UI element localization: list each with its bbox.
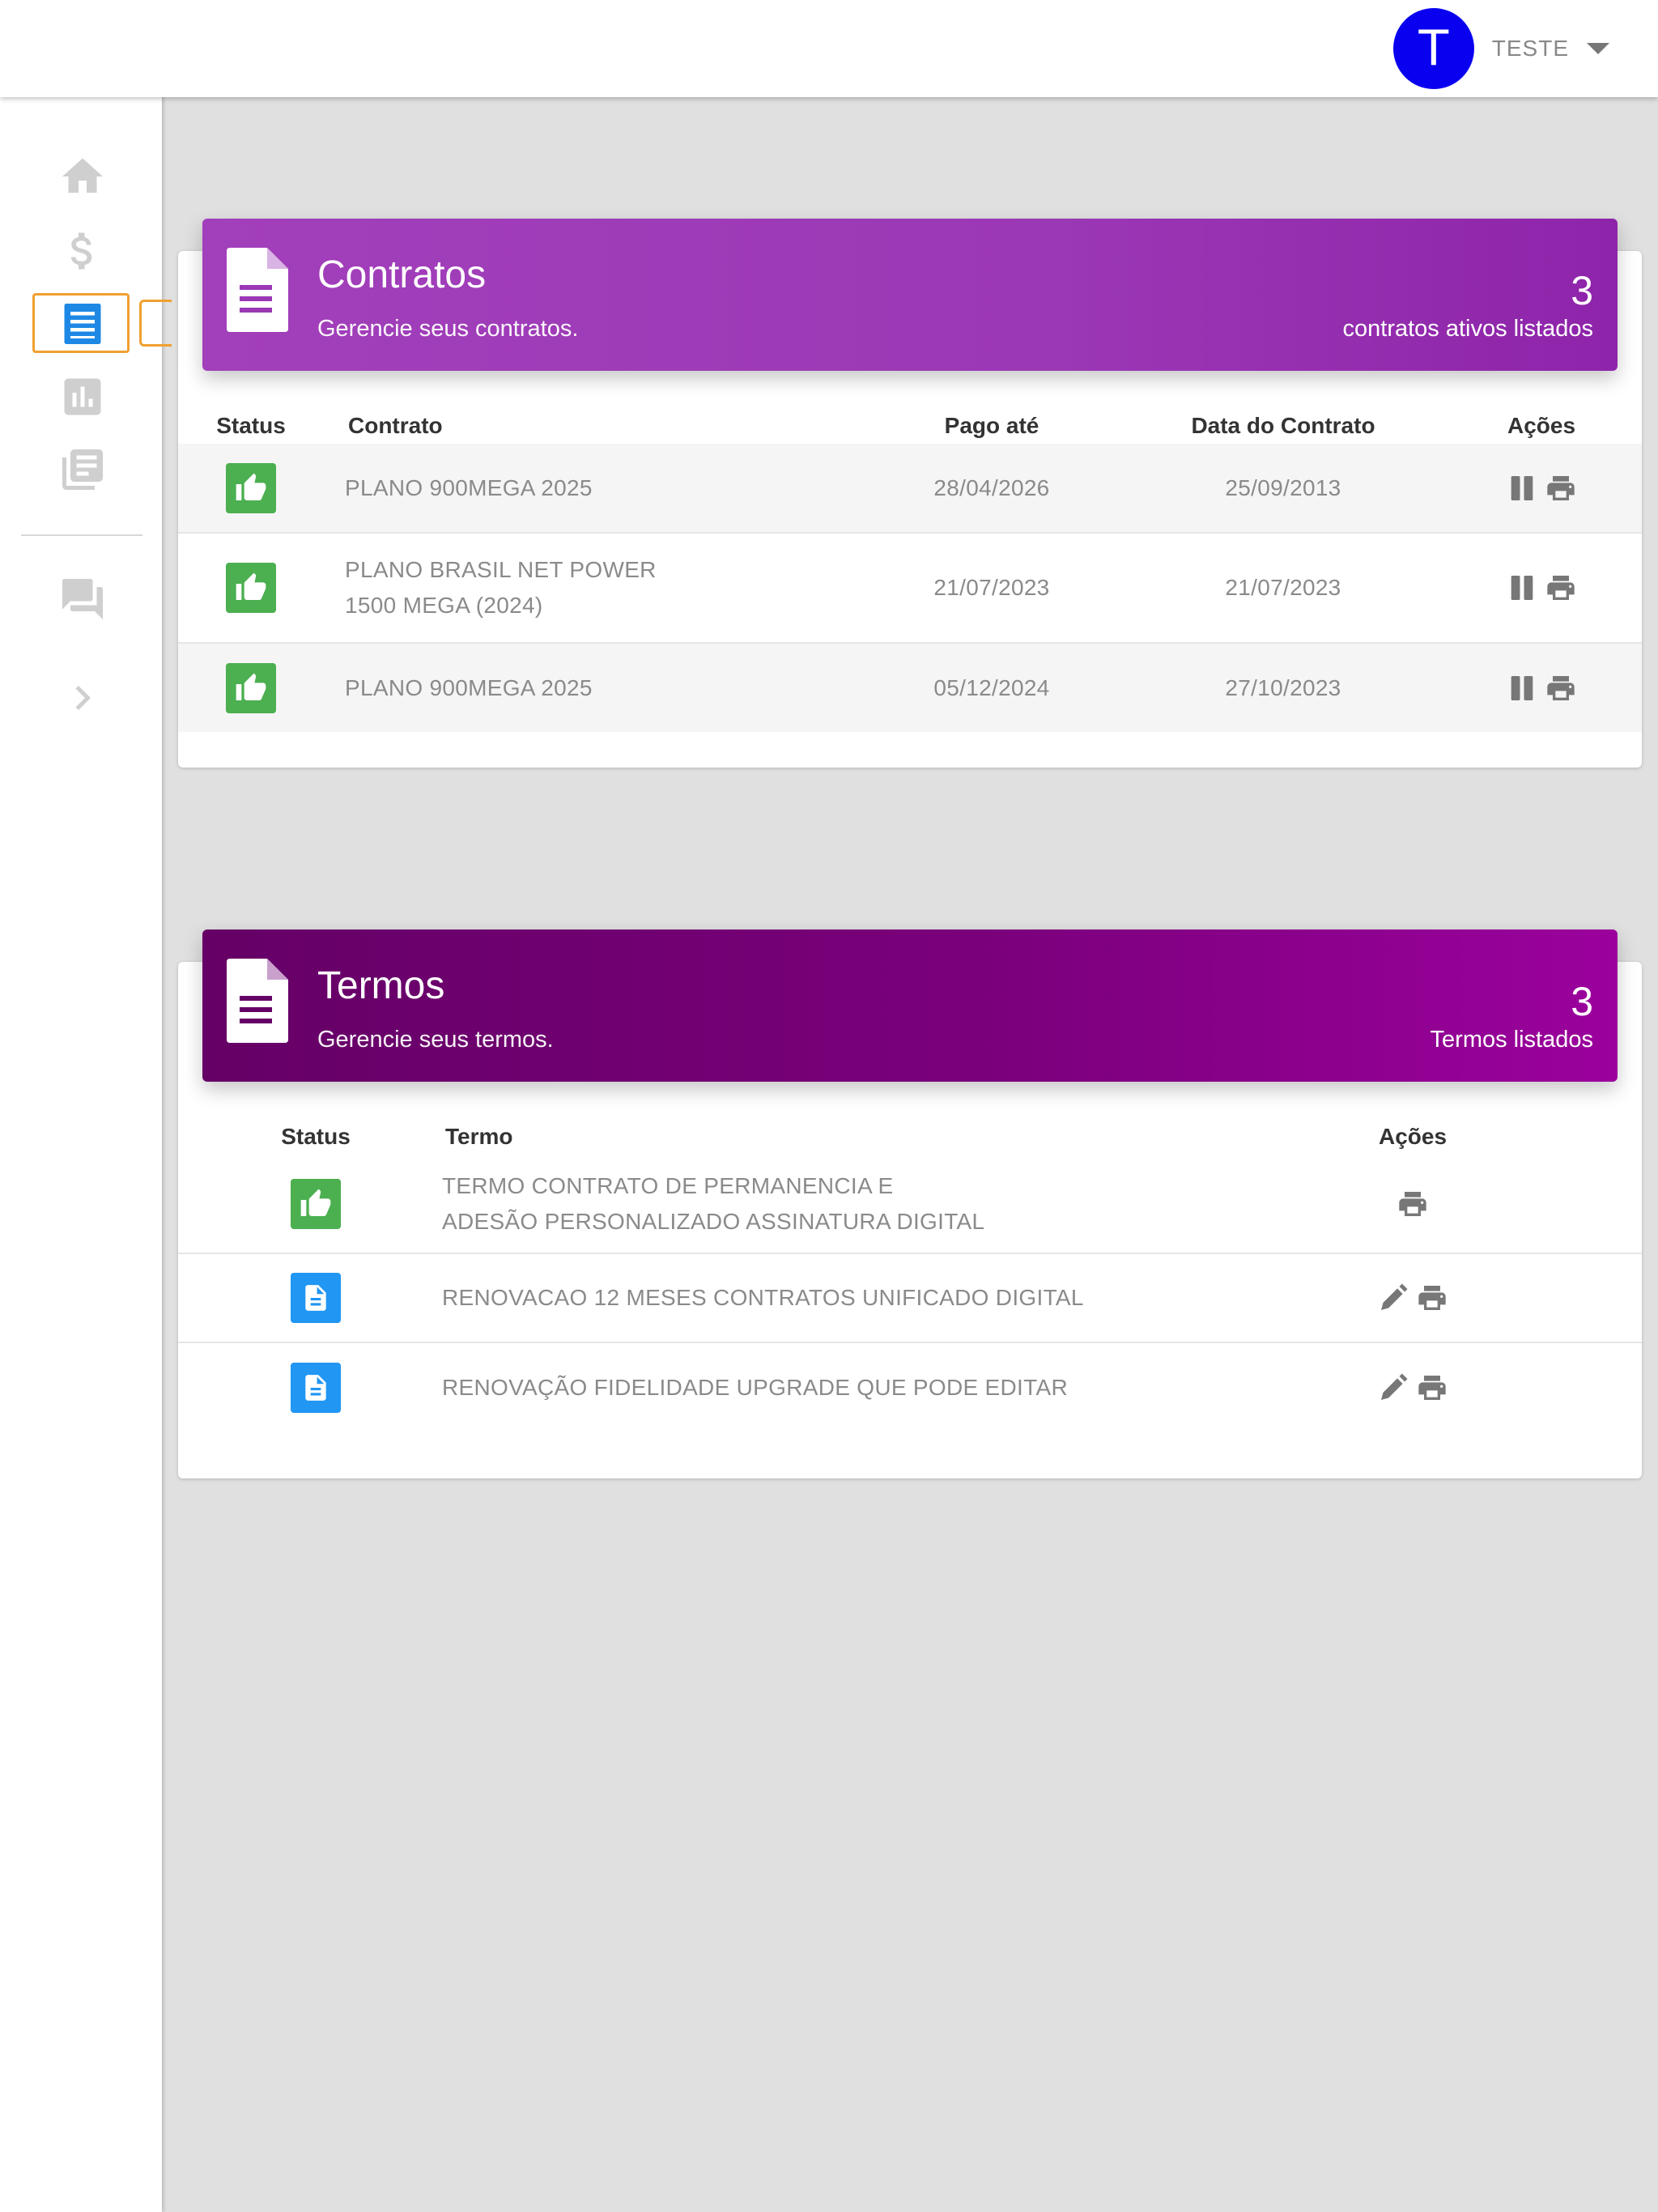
- col-status: Status: [216, 413, 286, 438]
- termo-name: RENOVACAO 12 MESES CONTRATOS UNIFICADO D…: [442, 1285, 1084, 1310]
- print-icon[interactable]: [1545, 472, 1577, 504]
- termos-subtitle: Gerencie seus termos.: [317, 1027, 554, 1053]
- pago-ate: 21/07/2023: [933, 575, 1050, 600]
- table-header-row: Status Termo Ações: [178, 1119, 1642, 1155]
- data-contrato: 25/09/2013: [1225, 474, 1341, 500]
- thumbs-up-icon: [226, 662, 276, 713]
- pencil-icon[interactable]: [1377, 1372, 1409, 1404]
- col-pago-ate: Pago até: [944, 413, 1039, 438]
- col-acoes: Ações: [1378, 1124, 1448, 1149]
- document-icon: [227, 248, 288, 332]
- nav-expand[interactable]: [57, 672, 108, 724]
- col-contrato: Contrato: [348, 413, 443, 438]
- table-row: RENOVAÇÃO FIDELIDADE UPGRADE QUE PODE ED…: [178, 1342, 1642, 1431]
- document-icon: [227, 959, 288, 1043]
- home-icon: [62, 158, 103, 193]
- termos-count: 3: [1571, 979, 1593, 1024]
- table-row: RENOVACAO 12 MESES CONTRATOS UNIFICADO D…: [178, 1253, 1642, 1342]
- print-icon[interactable]: [1416, 1372, 1448, 1404]
- thumbs-up-icon: [226, 462, 276, 513]
- pause-icon[interactable]: [1506, 572, 1538, 604]
- chevron-right-icon: [75, 686, 91, 710]
- contratos-table: Status Contrato Pago até Data do Contrat…: [178, 408, 1642, 732]
- chart-icon: [64, 378, 101, 415]
- forum-icon: [62, 579, 103, 619]
- pago-ate: 28/04/2026: [933, 474, 1050, 500]
- table-row: TERMO CONTRATO DE PERMANENCIA E ADESÃO P…: [178, 1155, 1642, 1253]
- termo-name: TERMO CONTRATO DE PERMANENCIA E ADESÃO P…: [442, 1172, 985, 1234]
- sidebar: BRASIL NET POWER: [0, 0, 162, 2212]
- termos-table: Status Termo Ações TERMO CONTRATO DE PER…: [178, 1119, 1642, 1431]
- nav-financeiro[interactable]: [57, 225, 108, 277]
- pause-icon[interactable]: [1506, 672, 1538, 704]
- nav-atendimento[interactable]: [57, 573, 108, 625]
- contrato-name: PLANO BRASIL NET POWER 1500 MEGA (2024): [345, 557, 657, 618]
- print-icon[interactable]: [1416, 1282, 1448, 1314]
- data-contrato: 27/10/2023: [1225, 674, 1341, 700]
- caret-down-icon[interactable]: [1587, 43, 1609, 54]
- contratos-header: Contratos Gerencie seus contratos. 3 con…: [202, 219, 1618, 371]
- table-row: PLANO BRASIL NET POWER 1500 MEGA (2024) …: [178, 533, 1642, 643]
- nav-documentos[interactable]: [57, 444, 108, 496]
- contratos-count: 3: [1571, 268, 1593, 313]
- thumbs-up-icon: [291, 1178, 341, 1229]
- dollar-icon: [70, 232, 92, 270]
- document-badge-icon: [291, 1362, 341, 1413]
- user-name[interactable]: TESTE: [1492, 36, 1569, 62]
- col-acoes: Ações: [1507, 413, 1576, 438]
- top-bar: T TESTE: [0, 0, 1658, 97]
- user-menu[interactable]: T TESTE: [1392, 8, 1609, 89]
- nav-home[interactable]: [57, 151, 108, 202]
- pago-ate: 05/12/2024: [933, 674, 1050, 700]
- print-icon[interactable]: [1545, 572, 1577, 604]
- pause-icon[interactable]: [1506, 472, 1538, 504]
- col-data-contrato: Data do Contrato: [1191, 413, 1375, 438]
- nav-tooltip-edge: [139, 300, 172, 347]
- contratos-subtitle: Gerencie seus contratos.: [317, 316, 579, 342]
- termos-title: Termos: [317, 964, 445, 1007]
- pencil-icon[interactable]: [1377, 1282, 1409, 1314]
- table-row: PLANO 900MEGA 2025 05/12/2024 27/10/2023: [178, 643, 1642, 732]
- table-header-row: Status Contrato Pago até Data do Contrat…: [178, 408, 1642, 444]
- print-icon[interactable]: [1397, 1188, 1429, 1220]
- sidebar-divider: [21, 534, 142, 536]
- nav-graficos[interactable]: [57, 371, 108, 423]
- receipt-icon: [64, 304, 101, 344]
- print-icon[interactable]: [1545, 672, 1577, 704]
- termos-count-label: Termos listados: [1430, 1027, 1593, 1053]
- library-books-icon: [62, 449, 103, 490]
- table-row: PLANO 900MEGA 2025 28/04/2026 25/09/2013: [178, 444, 1642, 533]
- contratos-count-label: contratos ativos listados: [1342, 316, 1593, 342]
- col-status: Status: [281, 1124, 351, 1149]
- contratos-title: Contratos: [317, 253, 487, 296]
- termos-card: Termos Gerencie seus termos. 3 Termos li…: [178, 929, 1642, 1478]
- col-termo: Termo: [445, 1124, 513, 1149]
- termo-name: RENOVAÇÃO FIDELIDADE UPGRADE QUE PODE ED…: [442, 1374, 1068, 1400]
- nav-contratos[interactable]: [57, 298, 108, 350]
- avatar[interactable]: T: [1392, 8, 1474, 89]
- thumbs-up-icon: [226, 563, 276, 613]
- termos-header: Termos Gerencie seus termos. 3 Termos li…: [202, 929, 1618, 1082]
- document-badge-icon: [291, 1273, 341, 1323]
- data-contrato: 21/07/2023: [1225, 575, 1341, 600]
- contratos-card: Contratos Gerencie seus contratos. 3 con…: [178, 219, 1642, 768]
- contrato-name: PLANO 900MEGA 2025: [345, 474, 593, 500]
- contrato-name: PLANO 900MEGA 2025: [345, 674, 593, 700]
